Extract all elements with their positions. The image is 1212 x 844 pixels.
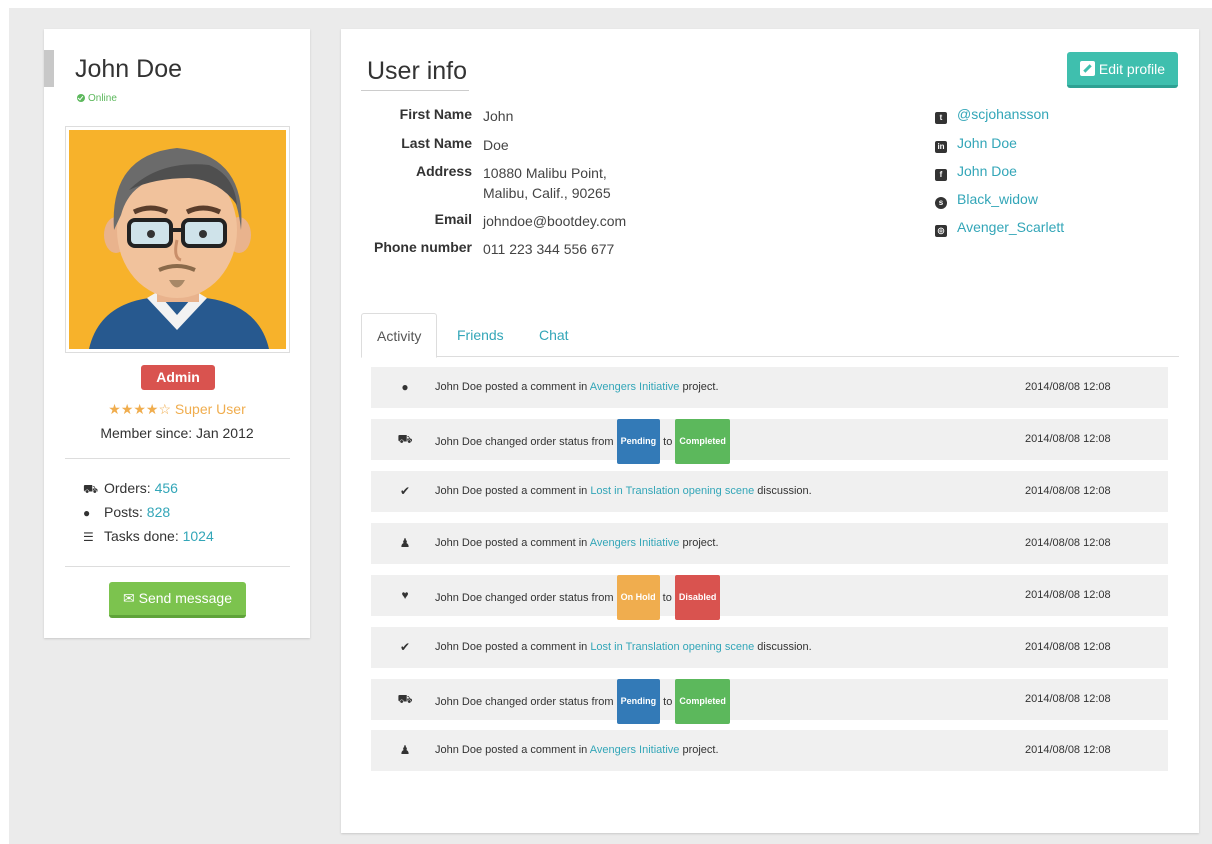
twitter-icon: t — [935, 112, 947, 124]
tab-friends[interactable]: Friends — [442, 313, 519, 358]
linkedin-icon: in — [935, 141, 947, 153]
avatar — [65, 126, 290, 353]
activity-time: 2014/08/08 12:08 — [1025, 693, 1111, 705]
divider — [65, 566, 290, 567]
activity-link[interactable]: Lost in Translation opening scene — [590, 485, 754, 497]
activity-link[interactable]: Avengers Initiative — [590, 537, 680, 549]
social-twitter: t @scjohansson — [935, 106, 1049, 124]
activity-time: 2014/08/08 12:08 — [1025, 433, 1111, 445]
activity-row: ♟ John Doe posted a comment in Avengers … — [371, 523, 1168, 564]
tab-chat[interactable]: Chat — [524, 313, 584, 358]
social-facebook: f John Doe — [935, 163, 1017, 181]
edit-icon — [1079, 61, 1095, 76]
tab-bar: Activity Friends Chat — [361, 313, 1179, 358]
profile-name: John Doe — [75, 55, 183, 83]
social-instagram: ◎ Avenger_Scarlett — [935, 219, 1064, 237]
activity-row: ⛟ John Doe changed order status from Pen… — [371, 419, 1168, 464]
tasks-count-link[interactable]: 1024 — [183, 528, 214, 544]
truck-icon: ⛟ — [397, 692, 413, 706]
activity-time: 2014/08/08 12:08 — [1025, 537, 1111, 549]
status-label-pending: Pending — [616, 419, 661, 464]
rating-label: Super User — [174, 401, 246, 417]
status-label-disabled: Disabled — [674, 575, 721, 620]
check-icon: ✔ — [399, 640, 411, 654]
heart-icon: ♥ — [401, 588, 409, 602]
users-icon: ♟ — [399, 536, 411, 550]
section-title: User info — [367, 57, 468, 85]
activity-row: ⛟ John Doe changed order status from Pen… — [371, 679, 1168, 724]
orders-count-link[interactable]: 456 — [155, 480, 178, 496]
activity-row: ✔ John Doe posted a comment in Lost in T… — [371, 627, 1168, 668]
activity-time: 2014/08/08 12:08 — [1025, 381, 1111, 393]
stat-tasks: ☰ Tasks done: 1024 — [83, 528, 214, 544]
avatar-image — [69, 130, 286, 349]
social-linkedin: in John Doe — [935, 135, 1017, 153]
activity-time: 2014/08/08 12:08 — [1025, 744, 1111, 756]
comment-icon: ● — [401, 380, 409, 394]
online-status: Online — [77, 93, 117, 104]
tasks-icon: ☰ — [83, 530, 94, 544]
member-since: Member since: Jan 2012 — [100, 425, 254, 441]
send-message-button[interactable]: ✉ Send message — [109, 582, 246, 618]
comment-icon: ● — [83, 506, 91, 520]
name-accent-bar — [44, 50, 54, 87]
status-label-completed: Completed — [675, 419, 730, 464]
posts-count-link[interactable]: 828 — [147, 504, 170, 520]
stat-orders: ⛟ Orders: 456 — [83, 480, 178, 496]
instagram-icon: ◎ — [935, 225, 947, 237]
activity-time: 2014/08/08 12:08 — [1025, 589, 1111, 601]
twitter-link[interactable]: @scjohansson — [957, 106, 1049, 122]
activity-link[interactable]: Lost in Translation opening scene — [590, 641, 754, 653]
users-icon: ♟ — [399, 743, 411, 757]
title-underline — [361, 90, 469, 91]
user-info-card: User info Edit profile First Name John L… — [341, 29, 1199, 833]
social-skype: s Black_widow — [935, 191, 1038, 209]
linkedin-link[interactable]: John Doe — [957, 135, 1017, 151]
check-circle-icon — [77, 94, 85, 102]
truck-icon: ⛟ — [83, 482, 99, 496]
activity-row: ♟ John Doe posted a comment in Avengers … — [371, 730, 1168, 771]
divider — [65, 458, 290, 459]
status-label-on-hold: On Hold — [616, 575, 660, 620]
check-icon: ✔ — [399, 484, 411, 498]
tab-activity[interactable]: Activity — [361, 313, 438, 358]
facebook-icon: f — [935, 169, 947, 181]
activity-time: 2014/08/08 12:08 — [1025, 485, 1111, 497]
instagram-link[interactable]: Avenger_Scarlett — [957, 219, 1064, 235]
skype-link[interactable]: Black_widow — [957, 191, 1038, 207]
user-rating: ★★★★☆ Super User — [44, 401, 310, 418]
truck-icon: ⛟ — [397, 432, 413, 446]
edit-profile-button[interactable]: Edit profile — [1067, 52, 1178, 88]
rating-stars: ★★★★☆ — [108, 401, 172, 417]
activity-row: ✔ John Doe posted a comment in Lost in T… — [371, 471, 1168, 512]
activity-row: ● John Doe posted a comment in Avengers … — [371, 367, 1168, 408]
activity-link[interactable]: Avengers Initiative — [590, 744, 680, 756]
activity-time: 2014/08/08 12:08 — [1025, 641, 1111, 653]
skype-icon: s — [935, 197, 947, 209]
status-label-completed: Completed — [675, 679, 730, 724]
profile-card: John Doe Online Admin ★★★★☆ Super User M… — [44, 29, 310, 638]
status-label-pending: Pending — [616, 679, 661, 724]
envelope-icon: ✉ — [122, 590, 135, 606]
role-badge: Admin — [141, 365, 215, 390]
facebook-link[interactable]: John Doe — [957, 163, 1017, 179]
stat-posts: ● Posts: 828 — [83, 504, 171, 520]
activity-link[interactable]: Avengers Initiative — [590, 381, 680, 393]
activity-row: ♥ John Doe changed order status from On … — [371, 575, 1168, 620]
